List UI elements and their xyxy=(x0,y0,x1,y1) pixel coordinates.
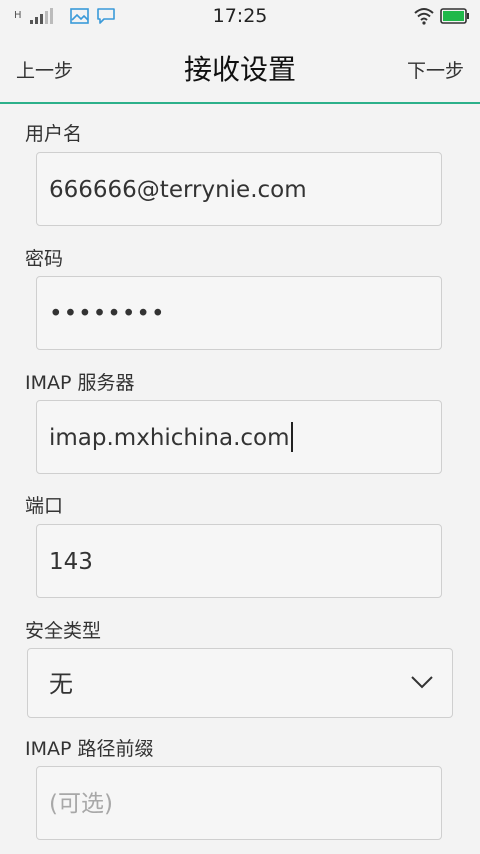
status-time: 17:25 xyxy=(212,5,268,27)
battery-icon xyxy=(440,8,469,24)
chevron-down-icon xyxy=(411,676,433,689)
username-value: 666666@terrynie.com xyxy=(49,177,307,203)
port-value: 143 xyxy=(49,549,93,575)
title-bar: 上一步 接收设置 下一步 xyxy=(0,34,480,104)
imap-server-label: IMAP 服务器 xyxy=(25,372,135,394)
imap-path-prefix-label: IMAP 路径前缀 xyxy=(25,738,154,760)
status-right-group xyxy=(414,7,470,25)
wifi-icon xyxy=(414,8,434,25)
username-label: 用户名 xyxy=(25,123,83,145)
imap-server-value: imap.mxhichina.com xyxy=(49,425,290,451)
security-type-dropdown[interactable]: 无 xyxy=(27,648,453,718)
port-label: 端口 xyxy=(25,495,64,517)
imap-path-prefix-field[interactable]: (可选) xyxy=(36,766,442,840)
username-field[interactable]: 666666@terrynie.com xyxy=(36,152,442,226)
password-label: 密码 xyxy=(25,248,64,270)
next-step-button[interactable]: 下一步 xyxy=(407,56,464,83)
port-field[interactable]: 143 xyxy=(36,524,442,598)
imap-server-field[interactable]: imap.mxhichina.com xyxy=(36,400,442,474)
text-cursor xyxy=(290,421,293,452)
security-type-label: 安全类型 xyxy=(25,620,102,642)
password-value: •••••••• xyxy=(49,301,166,327)
imap-server-value-wrap: imap.mxhichina.com xyxy=(49,401,293,475)
security-type-value: 无 xyxy=(49,670,73,698)
imap-path-prefix-placeholder: (可选) xyxy=(49,791,113,817)
password-field[interactable]: •••••••• xyxy=(36,276,442,350)
status-bar: H 17:25 xyxy=(0,0,480,34)
